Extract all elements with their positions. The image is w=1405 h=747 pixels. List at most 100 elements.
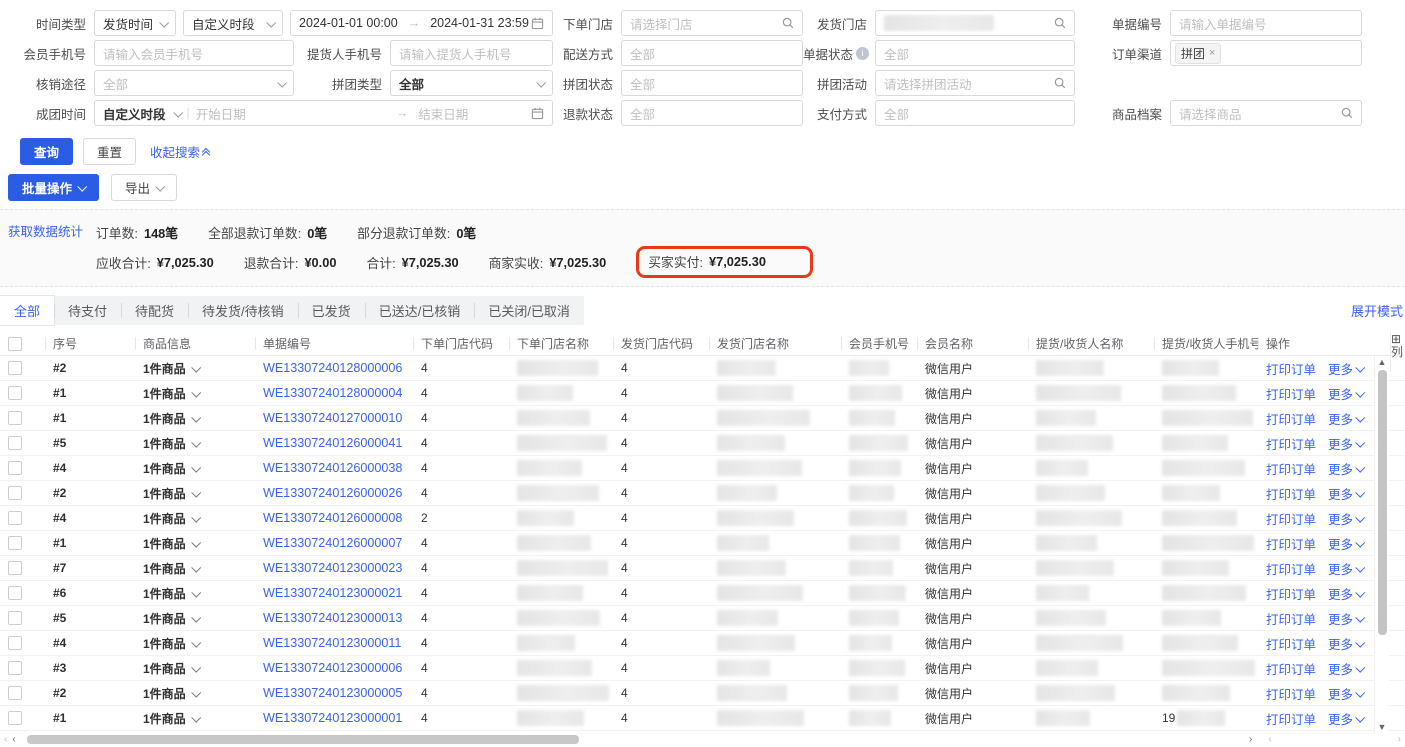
order-number-link[interactable]: WE13307240123000005 [263, 686, 402, 700]
print-order-link[interactable]: 打印订单 [1266, 409, 1316, 428]
more-actions-link[interactable]: 更多 [1328, 409, 1366, 428]
print-order-link[interactable]: 打印订单 [1266, 509, 1316, 528]
scroll-left-icon[interactable]: ‹ [11, 734, 16, 745]
more-actions-link[interactable]: 更多 [1328, 384, 1366, 403]
order-number-link[interactable]: WE13307240126000026 [263, 486, 402, 500]
row-checkbox[interactable] [8, 511, 22, 525]
vertical-scrollbar[interactable]: ▲ ▼ [1374, 356, 1389, 733]
fixed-col-scroll-left-icon[interactable]: ‹ [1264, 734, 1275, 745]
more-actions-link[interactable]: 更多 [1328, 609, 1366, 628]
order-channel-select[interactable]: 拼团 × [1170, 40, 1362, 66]
more-actions-link[interactable]: 更多 [1328, 559, 1366, 578]
column-settings-button[interactable]: ⊞ 列 [1390, 332, 1405, 372]
print-order-link[interactable]: 打印订单 [1266, 459, 1316, 478]
item-summary-toggle[interactable]: 1件商品 [143, 510, 201, 527]
order-number-link[interactable]: WE13307240123000021 [263, 586, 402, 600]
reset-button[interactable]: 重置 [83, 138, 137, 165]
item-summary-toggle[interactable]: 1件商品 [143, 485, 201, 502]
print-order-link[interactable]: 打印订单 [1266, 684, 1316, 703]
order-number-link[interactable]: WE13307240128000006 [263, 361, 402, 375]
item-summary-toggle[interactable]: 1件商品 [143, 535, 201, 552]
row-checkbox[interactable] [8, 636, 22, 650]
tab-待支付[interactable]: 待支付 [54, 296, 121, 325]
delivery-method-select[interactable]: 全部 [621, 40, 803, 66]
row-checkbox[interactable] [8, 586, 22, 600]
print-order-link[interactable]: 打印订单 [1266, 659, 1316, 678]
product-input[interactable]: 请选择商品 [1170, 100, 1362, 126]
row-checkbox[interactable] [8, 486, 22, 500]
more-actions-link[interactable]: 更多 [1328, 584, 1366, 603]
tab-已关闭/已取消[interactable]: 已关闭/已取消 [474, 296, 584, 325]
print-order-link[interactable]: 打印订单 [1266, 484, 1316, 503]
export-button[interactable]: 导出 [111, 174, 178, 201]
batch-operation-button[interactable]: 批量操作 [8, 174, 100, 201]
tab-已送达/已核销[interactable]: 已送达/已核销 [364, 296, 475, 325]
print-order-link[interactable]: 打印订单 [1266, 634, 1316, 653]
more-actions-link[interactable]: 更多 [1328, 509, 1366, 528]
fetch-stats-link[interactable]: 获取数据统计 [8, 221, 83, 240]
item-summary-toggle[interactable]: 1件商品 [143, 610, 201, 627]
item-summary-toggle[interactable]: 1件商品 [143, 410, 201, 427]
row-checkbox[interactable] [8, 686, 22, 700]
row-checkbox[interactable] [8, 561, 22, 575]
order-number-link[interactable]: WE13307240123000001 [263, 711, 402, 725]
item-summary-toggle[interactable]: 1件商品 [143, 585, 201, 602]
item-summary-toggle[interactable]: 1件商品 [143, 710, 201, 727]
print-order-link[interactable]: 打印订单 [1266, 709, 1316, 728]
more-actions-link[interactable]: 更多 [1328, 484, 1366, 503]
order-number-link[interactable]: WE13307240126000041 [263, 436, 402, 450]
more-actions-link[interactable]: 更多 [1328, 459, 1366, 478]
order-number-link[interactable]: WE13307240128000004 [263, 386, 402, 400]
order-number-link[interactable]: WE13307240126000038 [263, 461, 402, 475]
item-summary-toggle[interactable]: 1件商品 [143, 685, 201, 702]
print-order-link[interactable]: 打印订单 [1266, 559, 1316, 578]
select-all-checkbox[interactable] [8, 336, 22, 351]
verify-channel-select[interactable]: 全部 [94, 70, 294, 96]
row-checkbox[interactable] [8, 711, 22, 725]
more-actions-link[interactable]: 更多 [1328, 359, 1366, 378]
row-checkbox[interactable] [8, 661, 22, 675]
item-summary-toggle[interactable]: 1件商品 [143, 660, 201, 677]
ship-store-input[interactable] [875, 10, 1075, 36]
print-order-link[interactable]: 打印订单 [1266, 534, 1316, 553]
time-type-select[interactable]: 发货时间 [94, 10, 176, 36]
order-number-link[interactable]: WE13307240123000006 [263, 661, 402, 675]
search-button[interactable]: 查询 [20, 138, 74, 165]
group-time-range-picker[interactable]: 自定义时段 | 开始日期 → 结束日期 [94, 100, 553, 126]
row-checkbox[interactable] [8, 386, 22, 400]
order-number-link[interactable]: WE13307240127000010 [263, 411, 402, 425]
more-actions-link[interactable]: 更多 [1328, 534, 1366, 553]
item-summary-toggle[interactable]: 1件商品 [143, 360, 201, 377]
scroll-right-icon[interactable]: › [1245, 734, 1256, 745]
collapse-search-link[interactable]: 收起搜索 [150, 142, 211, 161]
order-number-link[interactable]: WE13307240123000023 [263, 561, 402, 575]
row-checkbox[interactable] [8, 611, 22, 625]
tab-待发货/待核销[interactable]: 待发货/待核销 [188, 296, 298, 325]
print-order-link[interactable]: 打印订单 [1266, 384, 1316, 403]
doc-status-select[interactable]: 全部 [875, 40, 1075, 66]
item-summary-toggle[interactable]: 1件商品 [143, 435, 201, 452]
more-actions-link[interactable]: 更多 [1328, 684, 1366, 703]
time-range-preset-select[interactable]: 自定义时段 [183, 10, 283, 36]
member-phone-input[interactable]: 请输入会员手机号 [94, 40, 294, 66]
order-number-link[interactable]: WE13307240123000013 [263, 611, 402, 625]
date-range-picker[interactable]: 2024-01-01 00:00 → 2024-01-31 23:59 [290, 10, 553, 36]
expand-mode-link[interactable]: 展开模式 [1351, 301, 1403, 320]
scroll-left-icon[interactable]: ‹ [0, 734, 11, 745]
order-number-link[interactable]: WE13307240123000011 [263, 636, 401, 650]
more-actions-link[interactable]: 更多 [1328, 709, 1366, 728]
item-summary-toggle[interactable]: 1件商品 [143, 460, 201, 477]
more-actions-link[interactable]: 更多 [1328, 634, 1366, 653]
horizontal-scrollbar[interactable]: ‹ ‹ › ‹ › [0, 733, 1405, 745]
print-order-link[interactable]: 打印订单 [1266, 609, 1316, 628]
row-checkbox[interactable] [8, 461, 22, 475]
print-order-link[interactable]: 打印订单 [1266, 434, 1316, 453]
row-checkbox[interactable] [8, 436, 22, 450]
row-checkbox[interactable] [8, 361, 22, 375]
pay-method-select[interactable]: 全部 [875, 100, 1075, 126]
refund-status-select[interactable]: 全部 [621, 100, 803, 126]
group-activity-input[interactable]: 请选择拼团活动 [875, 70, 1075, 96]
print-order-link[interactable]: 打印订单 [1266, 359, 1316, 378]
vertical-scroll-thumb[interactable] [1377, 370, 1387, 635]
item-summary-toggle[interactable]: 1件商品 [143, 385, 201, 402]
